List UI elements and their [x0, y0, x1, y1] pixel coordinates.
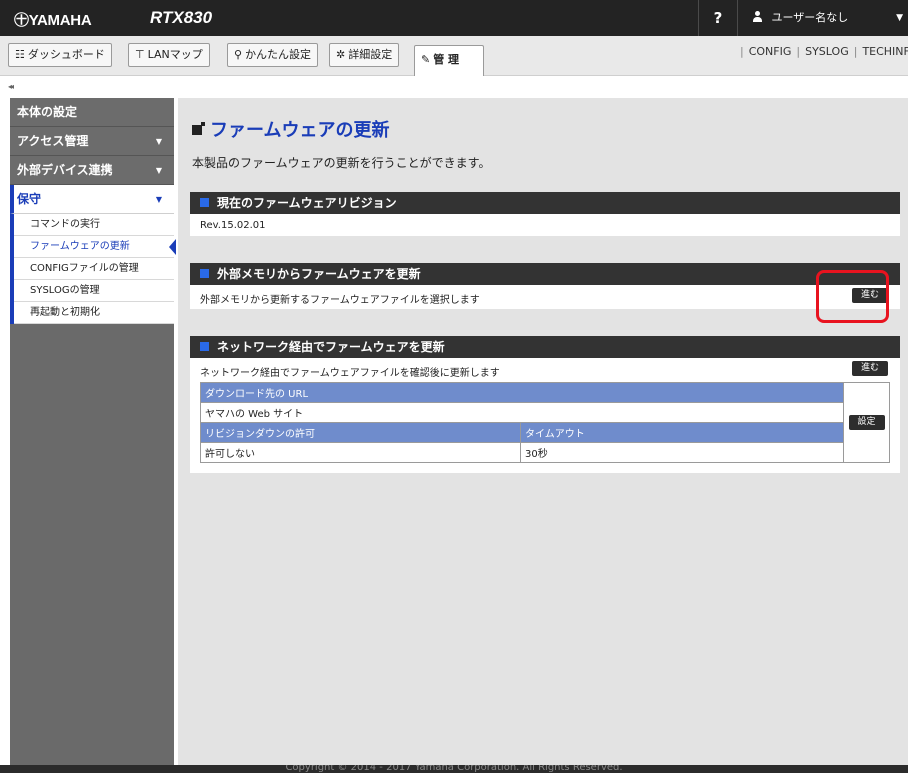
sidebar-group-device-settings[interactable]: 本体の設定	[10, 98, 174, 127]
collapse-sidebar-icon[interactable]: ◂◂	[8, 82, 14, 91]
network-go-button[interactable]: 進む	[852, 361, 888, 376]
sidebar-group-label: 保守	[17, 192, 42, 206]
footer-copyright: Copyright © 2014 - 2017 Yamaha Corporati…	[0, 765, 908, 773]
lan-map-icon: ⊤	[135, 48, 145, 61]
tab-advanced-settings[interactable]: ✲ 詳細設定	[329, 43, 400, 67]
user-name: ユーザー名なし	[771, 11, 849, 24]
sidebar-item-config-file[interactable]: CONFIGファイルの管理	[14, 258, 174, 280]
panel-body: ネットワーク経由でファームウェアファイルを確認後に更新します 進む	[190, 358, 900, 382]
chevron-down-icon: ▼	[155, 195, 162, 204]
tab-label: 管 理	[433, 53, 460, 66]
tab-dashboard[interactable]: ☷ ダッシュボード	[8, 43, 112, 67]
model-name: RTX830	[150, 8, 213, 27]
chevron-down-icon: ▼	[155, 166, 162, 175]
dashboard-icon: ☷	[15, 48, 25, 61]
sidebar-group-access-management[interactable]: アクセス管理 ▼	[10, 127, 174, 156]
tab-label: かんたん設定	[245, 48, 312, 61]
help-button[interactable]: ?	[698, 0, 738, 36]
syslog-link[interactable]: SYSLOG	[805, 45, 849, 58]
page-description: 本製品のファームウェアの更新を行うことができます。	[192, 156, 491, 170]
sidebar-group-external-devices[interactable]: 外部デバイス連携 ▼	[10, 156, 174, 185]
firmware-revision: Rev.15.02.01	[200, 220, 266, 231]
page-title: ファームウェアの更新	[192, 116, 389, 142]
set-cell: 設定	[843, 382, 890, 463]
yamaha-logo: ㊉YAMAHA	[14, 12, 92, 29]
tab-label: 詳細設定	[348, 48, 393, 61]
sidebar-group-label: 外部デバイス連携	[17, 163, 113, 177]
config-link[interactable]: CONFIG	[749, 45, 792, 58]
top-links: |CONFIG|SYSLOG|TECHINFO	[735, 45, 908, 58]
panel-body: 外部メモリから更新するファームウェアファイルを選択します 進む	[190, 285, 900, 309]
sidebar-group-label: 本体の設定	[17, 105, 78, 119]
techinfo-link[interactable]: TECHINFO	[862, 45, 908, 58]
panel-header: 外部メモリからファームウェアを更新	[190, 263, 900, 285]
top-header-bar: ㊉YAMAHA RTX830 ? ユーザー名なし ▼	[0, 0, 908, 36]
sidebar-group-maintenance[interactable]: 保守 ▼	[10, 185, 174, 214]
wrench-icon: ✎	[421, 53, 431, 66]
section-marker-icon	[200, 198, 209, 207]
sidebar: 本体の設定 アクセス管理 ▼ 外部デバイス連携 ▼ 保守 ▼ コマンドの実行 フ…	[10, 98, 176, 765]
panel-header: 現在のファームウェアリビジョン	[190, 192, 900, 214]
timeout-value: 30秒	[520, 442, 844, 463]
panel-body: Rev.15.02.01	[190, 214, 900, 236]
panel-title: 外部メモリからファームウェアを更新	[217, 267, 421, 281]
revision-down-value: 許可しない	[200, 442, 521, 463]
timeout-header: タイムアウト	[520, 422, 844, 443]
chevron-down-icon: ▼	[896, 13, 903, 23]
sidebar-item-restart[interactable]: 再起動と初期化	[14, 302, 174, 324]
sidebar-item-command[interactable]: コマンドの実行	[14, 214, 174, 236]
user-icon	[753, 11, 762, 22]
sidebar-submenu: コマンドの実行 ファームウェアの更新 CONFIGファイルの管理 SYSLOGの…	[10, 214, 176, 324]
settings-button[interactable]: 設定	[848, 415, 885, 430]
network-settings-table: ダウンロード先の URL 設定 ヤマハの Web サイト リビジョンダウンの許可…	[200, 382, 890, 463]
highlight-annotation	[816, 270, 889, 323]
user-menu[interactable]: ユーザー名なし ▼	[739, 0, 908, 36]
gear-icon: ✲	[336, 48, 346, 61]
main-tab-bar: ☷ ダッシュボード ⊤ LANマップ ⚲ かんたん設定 ✲ 詳細設定 ✎ 管 理 | CON…	[0, 36, 908, 76]
sidebar-item-syslog[interactable]: SYSLOGの管理	[14, 280, 174, 302]
section-marker-icon	[200, 342, 209, 351]
external-memory-panel: 外部メモリからファームウェアを更新 外部メモリから更新するファームウェアファイル…	[190, 263, 900, 309]
main-content: ファームウェアの更新 本製品のファームウェアの更新を行うことができます。 現在の…	[178, 98, 908, 765]
wizard-icon: ⚲	[234, 48, 243, 61]
url-value: ヤマハの Web サイト	[200, 402, 844, 423]
tab-label: ダッシュボード	[27, 48, 105, 61]
sidebar-item-firmware-update[interactable]: ファームウェアの更新	[14, 236, 176, 258]
sidebar-group-label: アクセス管理	[17, 134, 89, 148]
network-update-text: ネットワーク経由でファームウェアファイルを確認後に更新します	[200, 368, 500, 379]
network-update-panel: ネットワーク経由でファームウェアを更新 ネットワーク経由でファームウェアファイル…	[190, 336, 900, 473]
panel-title: ネットワーク経由でファームウェアを更新	[217, 340, 445, 354]
revision-down-header: リビジョンダウンの許可	[200, 422, 521, 443]
page-title-text: ファームウェアの更新	[210, 120, 390, 141]
section-marker-icon	[200, 269, 209, 278]
tab-easy-setup[interactable]: ⚲ かんたん設定	[227, 43, 319, 67]
current-firmware-panel: 現在のファームウェアリビジョン Rev.15.02.01	[190, 192, 900, 236]
tab-management[interactable]: ✎ 管 理	[414, 45, 484, 76]
panel-title: 現在のファームウェアリビジョン	[217, 196, 397, 210]
chevron-down-icon: ▼	[155, 137, 162, 146]
panel-header: ネットワーク経由でファームウェアを更新	[190, 336, 900, 358]
title-marker-icon	[192, 122, 205, 135]
tab-lan-map[interactable]: ⊤ LANマップ	[128, 43, 210, 67]
external-memory-text: 外部メモリから更新するファームウェアファイルを選択します	[200, 295, 480, 306]
tab-label: LANマップ	[147, 48, 203, 61]
url-header: ダウンロード先の URL	[200, 382, 844, 403]
